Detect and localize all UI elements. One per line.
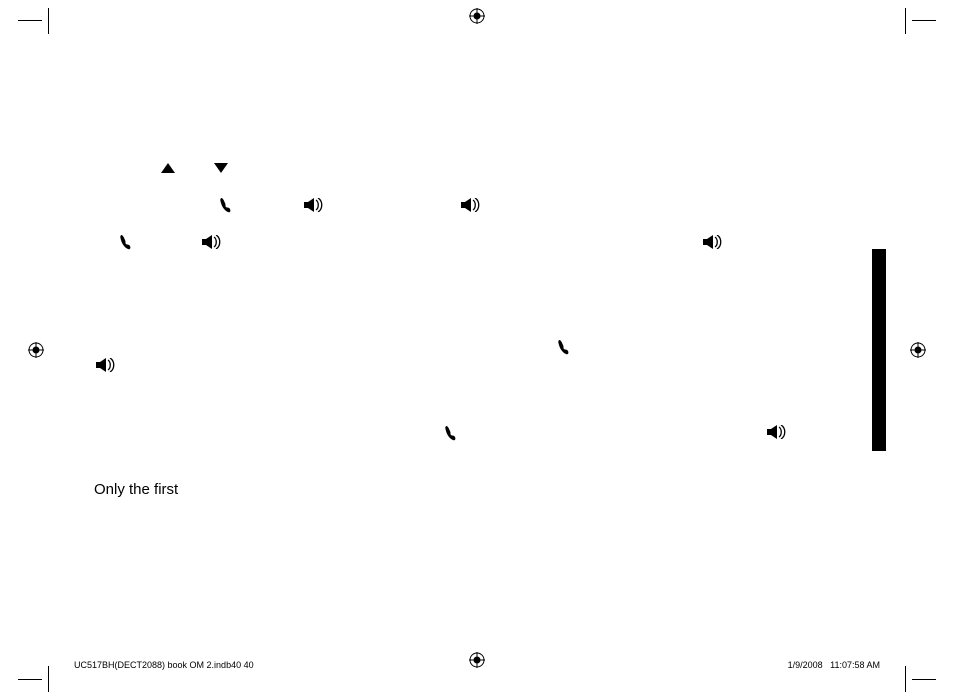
page-footer: UC517BH(DECT2088) book OM 2.indb40 40 1/… (74, 660, 880, 670)
phone-icon (444, 425, 456, 441)
body-text: Only the first (94, 481, 178, 498)
speaker-icon (461, 198, 481, 212)
speaker-icon (767, 425, 787, 439)
speaker-icon (202, 235, 222, 249)
phone-icon (119, 234, 131, 250)
down-arrow-icon (214, 163, 228, 173)
up-arrow-icon (161, 163, 175, 173)
footer-time: 11:07:58 AM (830, 660, 880, 670)
phone-icon (219, 197, 231, 213)
speaker-icon (703, 235, 723, 249)
page-content: Only the first (0, 0, 954, 700)
phone-icon (557, 339, 569, 355)
footer-date: 1/9/2008 (788, 660, 823, 670)
speaker-icon (96, 358, 116, 372)
speaker-icon (304, 198, 324, 212)
footer-file-label: UC517BH(DECT2088) book OM 2.indb40 40 (74, 660, 254, 670)
